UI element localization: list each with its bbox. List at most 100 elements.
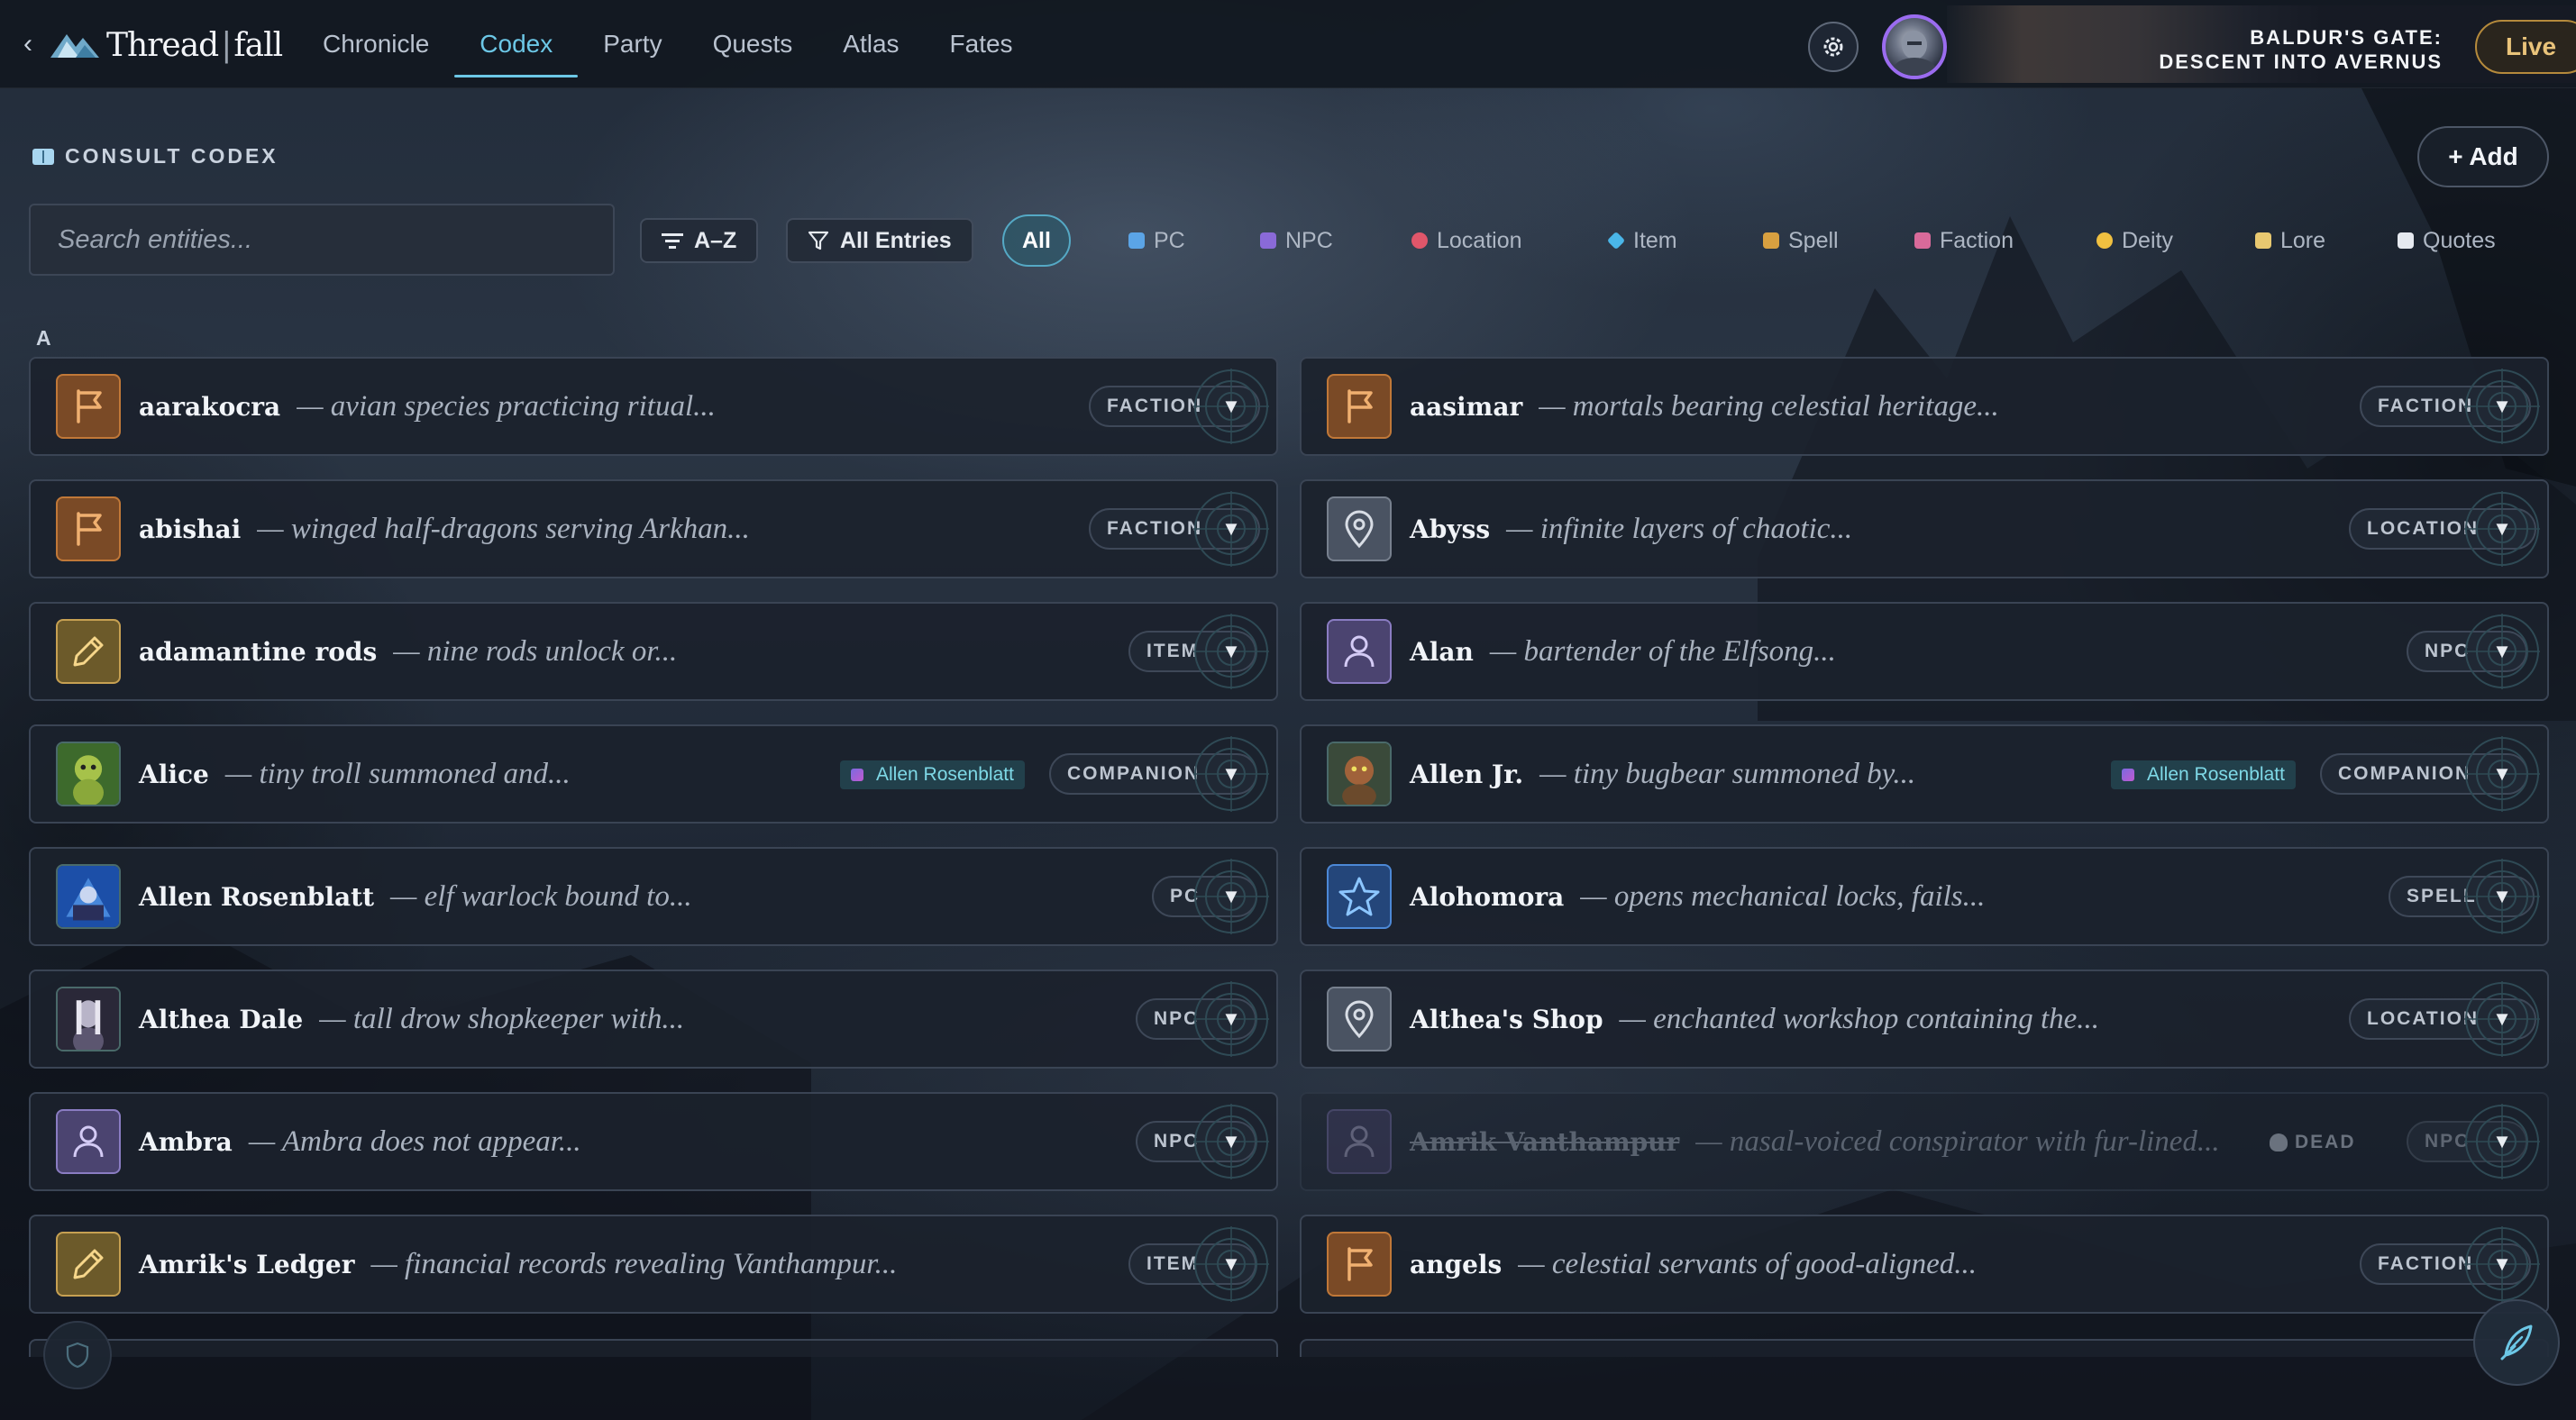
entity-card[interactable]: adamantine rods — nine rods unlock or... I… xyxy=(29,602,1278,701)
person-icon xyxy=(1327,1109,1392,1174)
main-nav: Chronicle Codex Party Quests Atlas Fates xyxy=(297,0,1038,88)
filter-chip-label: PC xyxy=(1154,227,1185,253)
owner-tag[interactable]: Allen Rosenblatt xyxy=(840,760,1025,789)
pin-icon xyxy=(1327,987,1392,1051)
entity-card[interactable]: Alan — bartender of the Elfsong... NPC ▼ xyxy=(1300,602,2549,701)
entity-card[interactable]: aasimar — mortals bearing celestial herit… xyxy=(1300,357,2549,456)
search-input[interactable]: Search entities... xyxy=(29,204,615,276)
expand-chevron-icon[interactable]: ▼ xyxy=(1219,395,1243,418)
filter-chip-item[interactable]: Item xyxy=(1590,214,1695,267)
entity-name: Althea's Shop xyxy=(1410,1004,1603,1034)
filter-chip-label: Deity xyxy=(2122,227,2173,253)
sort-button[interactable]: A–Z xyxy=(640,218,759,263)
bugbear-portrait-icon xyxy=(1327,742,1392,806)
entity-card[interactable]: Alohomora — opens mechanical locks, fails… xyxy=(1300,847,2549,946)
filter-chip-faction[interactable]: Faction xyxy=(1896,214,2032,267)
entity-card-partial xyxy=(1300,1339,2549,1357)
entity-card[interactable]: Allen Jr. — tiny bugbear summoned by... CO… xyxy=(1300,724,2549,824)
shield-button[interactable] xyxy=(43,1321,112,1389)
expand-chevron-icon[interactable]: ▼ xyxy=(1219,1130,1243,1153)
entity-card[interactable]: Alice — tiny troll summoned and... COMPANI… xyxy=(29,724,1278,824)
entity-name: adamantine rods xyxy=(139,636,378,667)
filter-chip-label: Location xyxy=(1437,227,1522,253)
expand-chevron-icon[interactable]: ▼ xyxy=(2490,1252,2514,1276)
entity-name: Allen Rosenblatt xyxy=(139,881,375,912)
entity-name: Allen Jr. xyxy=(1410,759,1524,789)
filter-chip-all[interactable]: All xyxy=(1002,214,1071,267)
expand-chevron-icon[interactable]: ▼ xyxy=(1219,1007,1243,1031)
filter-chip-lore[interactable]: Lore xyxy=(2237,214,2343,267)
filter-chip-label: All xyxy=(1022,227,1051,253)
app-logo-text[interactable]: Thread|fall xyxy=(106,25,283,67)
expand-chevron-icon[interactable]: ▼ xyxy=(2490,1130,2514,1153)
tab-chronicle[interactable]: Chronicle xyxy=(297,0,454,88)
entity-name: Abyss xyxy=(1410,514,1491,544)
tab-party[interactable]: Party xyxy=(578,0,687,88)
sort-label: A–Z xyxy=(694,227,737,253)
entity-card[interactable]: Ambra — Ambra does not appear... NPC ▼ xyxy=(29,1092,1278,1191)
shield-icon xyxy=(66,1342,89,1369)
expand-chevron-icon[interactable]: ▼ xyxy=(2490,395,2514,418)
entity-card[interactable]: angels — celestial servants of good-align… xyxy=(1300,1215,2549,1314)
entity-description: — elf warlock bound to... xyxy=(390,879,692,913)
filter-chip-pc[interactable]: PC xyxy=(1110,214,1203,267)
entity-type-label: FACTION xyxy=(2378,1253,2474,1274)
new-note-button[interactable] xyxy=(2473,1299,2560,1386)
flag-icon xyxy=(56,496,121,561)
expand-chevron-icon[interactable]: ▼ xyxy=(2490,1007,2514,1031)
logo-word-2: fall xyxy=(233,27,283,64)
live-session-button[interactable]: Live xyxy=(2475,20,2576,74)
entity-card[interactable]: Amrik Vanthampur — nasal-voiced conspirat… xyxy=(1300,1092,2549,1191)
logo-separator: | xyxy=(221,27,232,64)
entity-description: — tiny bugbear summoned by... xyxy=(1539,757,1916,790)
expand-chevron-icon[interactable]: ▼ xyxy=(1219,762,1243,786)
sort-lines-icon xyxy=(662,233,683,249)
tab-codex[interactable]: Codex xyxy=(454,0,579,88)
campaign-title-line-2: DESCENT INTO AVERNUS xyxy=(2159,50,2443,73)
expand-chevron-icon[interactable]: ▼ xyxy=(1219,517,1243,541)
user-avatar[interactable] xyxy=(1882,14,1947,79)
entity-card[interactable]: aarakocra — avian species practicing ritu… xyxy=(29,357,1278,456)
expand-chevron-icon[interactable]: ▼ xyxy=(1219,640,1243,663)
flag-icon xyxy=(1327,374,1392,439)
add-entity-button[interactable]: + Add xyxy=(2417,126,2549,187)
expand-chevron-icon[interactable]: ▼ xyxy=(1219,1252,1243,1276)
filter-chip-spell[interactable]: Spell xyxy=(1745,214,1857,267)
back-button[interactable]: ‹ xyxy=(23,31,32,58)
pencil-icon xyxy=(56,619,121,684)
filter-chip-label: Spell xyxy=(1788,227,1839,253)
entity-type-label: FACTION xyxy=(1107,396,1203,416)
filter-chip-quotes[interactable]: Quotes xyxy=(2380,214,2514,267)
tab-quests[interactable]: Quests xyxy=(688,0,818,88)
filter-chip-label: NPC xyxy=(1285,227,1333,253)
entity-description: — nine rods unlock or... xyxy=(393,634,678,668)
entity-type-label: FACTION xyxy=(2378,396,2474,416)
expand-chevron-icon[interactable]: ▼ xyxy=(2490,885,2514,908)
entity-card[interactable]: Althea's Shop — enchanted workshop contai… xyxy=(1300,969,2549,1069)
owner-tag[interactable]: Allen Rosenblatt xyxy=(2111,760,2296,789)
settings-button[interactable] xyxy=(1808,22,1859,72)
entity-description: — opens mechanical locks, fails... xyxy=(1580,879,1986,913)
scroll-icon xyxy=(2255,232,2271,249)
entity-card[interactable]: Althea Dale — tall drow shopkeeper with..… xyxy=(29,969,1278,1069)
logo-word-1: Thread xyxy=(106,27,219,64)
tab-fates[interactable]: Fates xyxy=(925,0,1038,88)
entity-description: — Ambra does not appear... xyxy=(248,1124,581,1158)
filter-chip-deity[interactable]: Deity xyxy=(2078,214,2191,267)
entity-card[interactable]: Allen Rosenblatt — elf warlock bound to..… xyxy=(29,847,1278,946)
entity-card[interactable]: abishai — winged half-dragons serving Ark… xyxy=(29,479,1278,578)
entity-card-partial xyxy=(29,1339,1278,1357)
expand-chevron-icon[interactable]: ▼ xyxy=(2490,517,2514,541)
sun-icon xyxy=(2096,232,2113,249)
entity-card[interactable]: Abyss — infinite layers of chaotic... LOCA… xyxy=(1300,479,2549,578)
expand-chevron-icon[interactable]: ▼ xyxy=(2490,640,2514,663)
filter-chip-npc[interactable]: NPC xyxy=(1242,214,1351,267)
expand-chevron-icon[interactable]: ▼ xyxy=(1219,885,1243,908)
tab-atlas[interactable]: Atlas xyxy=(818,0,924,88)
filter-chip-location[interactable]: Location xyxy=(1393,214,1540,267)
entity-card[interactable]: Amrik's Ledger — financial records reveal… xyxy=(29,1215,1278,1314)
pc-icon xyxy=(1128,232,1145,249)
entries-filter-button[interactable]: All Entries xyxy=(786,218,973,263)
expand-chevron-icon[interactable]: ▼ xyxy=(2490,762,2514,786)
troll-portrait-icon xyxy=(56,742,121,806)
